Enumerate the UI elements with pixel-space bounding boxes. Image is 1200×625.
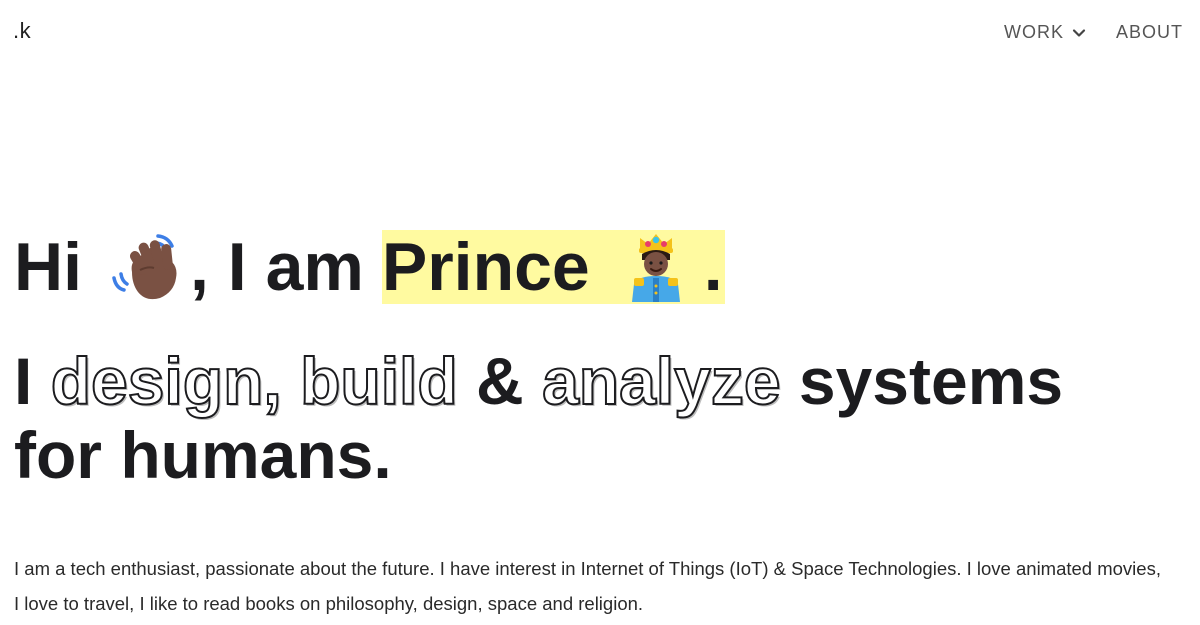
hero-greeting: Hi , I am Prince . — [14, 226, 1184, 308]
tagline-line-1: I design, build & analyze systems — [14, 343, 1184, 419]
nav-about-link[interactable]: ABOUT — [1116, 22, 1183, 43]
hero-section: Hi , I am Prince . I design, build & ana… — [14, 226, 1184, 492]
chevron-down-icon — [1072, 28, 1086, 37]
main-nav: WORK ABOUT — [1004, 22, 1183, 43]
tagline-design: design, — [50, 343, 283, 419]
greeting-period: . — [703, 229, 723, 305]
prince-icon — [631, 234, 680, 302]
tagline-i: I — [14, 344, 33, 418]
name-highlight: Prince . — [381, 229, 725, 305]
intro-paragraph: I am a tech enthusiast, passionate about… — [14, 557, 1161, 614]
waving-hand-icon — [112, 234, 177, 300]
greeting-mid: , I am — [190, 229, 364, 305]
greeting-hi: Hi — [14, 229, 82, 305]
tagline-analyze: analyze — [541, 343, 781, 419]
tagline-amp: & — [476, 344, 524, 418]
hero-name: Prince — [381, 229, 590, 305]
tagline-build: build — [299, 343, 459, 419]
top-navigation-bar: .k WORK ABOUT — [0, 0, 1200, 70]
nav-work-dropdown[interactable]: WORK — [1004, 22, 1086, 43]
nav-about-label: ABOUT — [1115, 22, 1183, 42]
tagline-line-2: for humans. — [14, 418, 392, 492]
nav-work-label: WORK — [1003, 22, 1064, 42]
tagline-systems: systems — [798, 344, 1064, 418]
site-logo[interactable]: .k — [13, 18, 31, 44]
